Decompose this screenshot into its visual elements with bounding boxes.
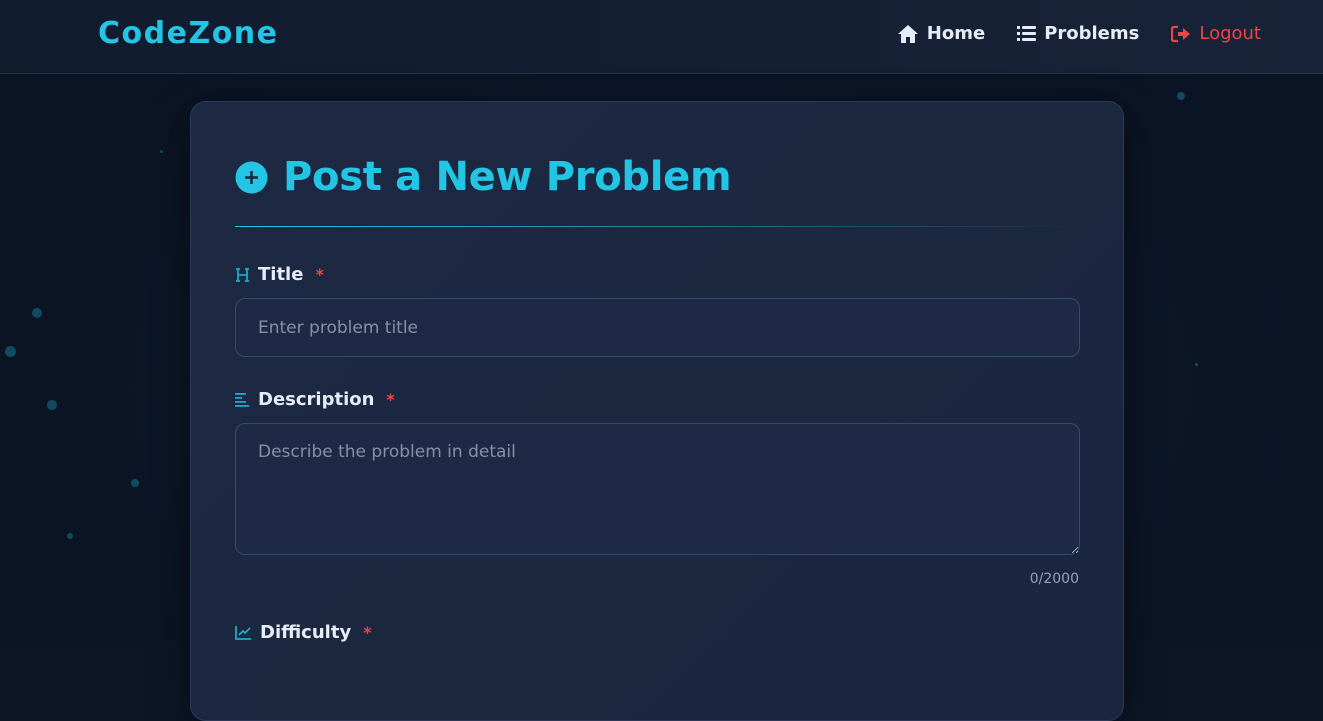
decorative-dot xyxy=(47,400,57,410)
difficulty-required-mark: * xyxy=(363,623,372,642)
list-icon xyxy=(1017,26,1037,41)
difficulty-label: Difficulty * xyxy=(235,622,372,643)
nav-home-label: Home xyxy=(926,23,986,44)
description-char-counter: 0/2000 xyxy=(1029,571,1079,587)
title-label: Title * xyxy=(235,264,324,285)
description-required-mark: * xyxy=(386,390,395,409)
page-title: Post a New Problem xyxy=(283,154,732,200)
description-label-text: Description xyxy=(258,389,375,410)
decorative-dot xyxy=(160,150,163,153)
decorative-dot xyxy=(5,346,16,357)
form-heading: Post a New Problem xyxy=(235,154,732,200)
nav-logout-label: Logout xyxy=(1199,23,1261,44)
logout-icon xyxy=(1171,25,1191,42)
chart-line-icon xyxy=(235,626,251,640)
decorative-dot xyxy=(1177,92,1185,100)
navbar: CodeZone Home Problems Logout xyxy=(0,0,1323,74)
nav-home-link[interactable]: Home xyxy=(897,23,985,44)
decorative-dot xyxy=(131,479,139,487)
decorative-dot xyxy=(1195,363,1198,366)
heading-icon xyxy=(236,267,249,282)
nav-problems-label: Problems xyxy=(1044,23,1140,44)
title-divider xyxy=(235,226,1080,227)
post-problem-card: Post a New Problem Title * Description *… xyxy=(190,101,1124,721)
plus-circle-icon xyxy=(235,161,268,193)
description-textarea[interactable] xyxy=(235,423,1080,555)
title-required-mark: * xyxy=(315,265,324,284)
decorative-dot xyxy=(67,533,73,539)
nav-links: Home Problems Logout xyxy=(865,23,1261,44)
nav-logout-link[interactable]: Logout xyxy=(1171,23,1261,44)
align-left-icon xyxy=(235,393,249,407)
decorative-dot xyxy=(32,308,42,318)
nav-problems-link[interactable]: Problems xyxy=(1017,23,1139,44)
home-icon xyxy=(897,24,918,43)
brand-logo[interactable]: CodeZone xyxy=(98,16,279,51)
difficulty-label-text: Difficulty xyxy=(260,622,352,643)
description-label: Description * xyxy=(235,389,395,410)
title-label-text: Title xyxy=(258,264,304,285)
title-input[interactable] xyxy=(235,298,1080,357)
